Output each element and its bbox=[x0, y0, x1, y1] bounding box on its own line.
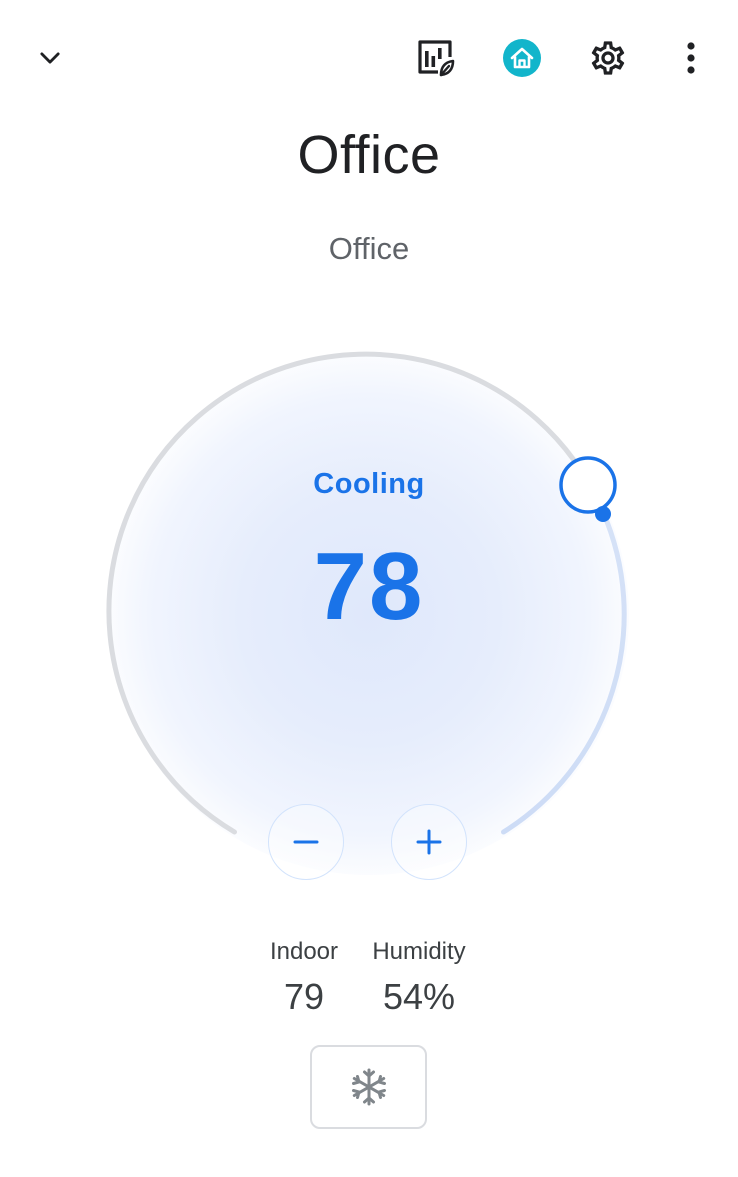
home-button[interactable] bbox=[497, 33, 547, 83]
plus-icon bbox=[416, 829, 442, 855]
mode-status: Cooling bbox=[313, 468, 425, 500]
top-app-bar bbox=[0, 0, 738, 116]
mode-button[interactable] bbox=[310, 1045, 427, 1129]
energy-history-icon bbox=[418, 40, 455, 77]
humidity-reading: Humidity 54% bbox=[362, 938, 476, 1018]
more-options-button[interactable] bbox=[666, 33, 716, 83]
room-name: Office bbox=[328, 231, 410, 266]
decrease-temperature-button[interactable] bbox=[268, 804, 344, 880]
indoor-label: Indoor bbox=[269, 938, 339, 965]
increase-temperature-button[interactable] bbox=[391, 804, 467, 880]
humidity-label: Humidity bbox=[372, 938, 466, 965]
more-vert-icon bbox=[687, 42, 695, 74]
gear-icon bbox=[591, 41, 625, 75]
energy-history-button[interactable] bbox=[410, 33, 460, 83]
chevron-down-icon bbox=[40, 52, 60, 64]
setpoint-handle-dot bbox=[595, 506, 611, 522]
minus-icon bbox=[293, 840, 319, 844]
indoor-value: 79 bbox=[283, 976, 325, 1017]
device-title: Office bbox=[297, 125, 441, 185]
settings-button[interactable] bbox=[583, 33, 633, 83]
thermostat-dial[interactable]: Cooling 78 bbox=[60, 300, 678, 940]
snowflake-icon bbox=[351, 1068, 386, 1106]
setpoint-value: 78 bbox=[313, 533, 425, 640]
humidity-value: 54% bbox=[382, 976, 456, 1017]
home-icon bbox=[503, 39, 541, 77]
indoor-reading: Indoor 79 bbox=[262, 938, 346, 1018]
collapse-button[interactable] bbox=[25, 33, 75, 83]
